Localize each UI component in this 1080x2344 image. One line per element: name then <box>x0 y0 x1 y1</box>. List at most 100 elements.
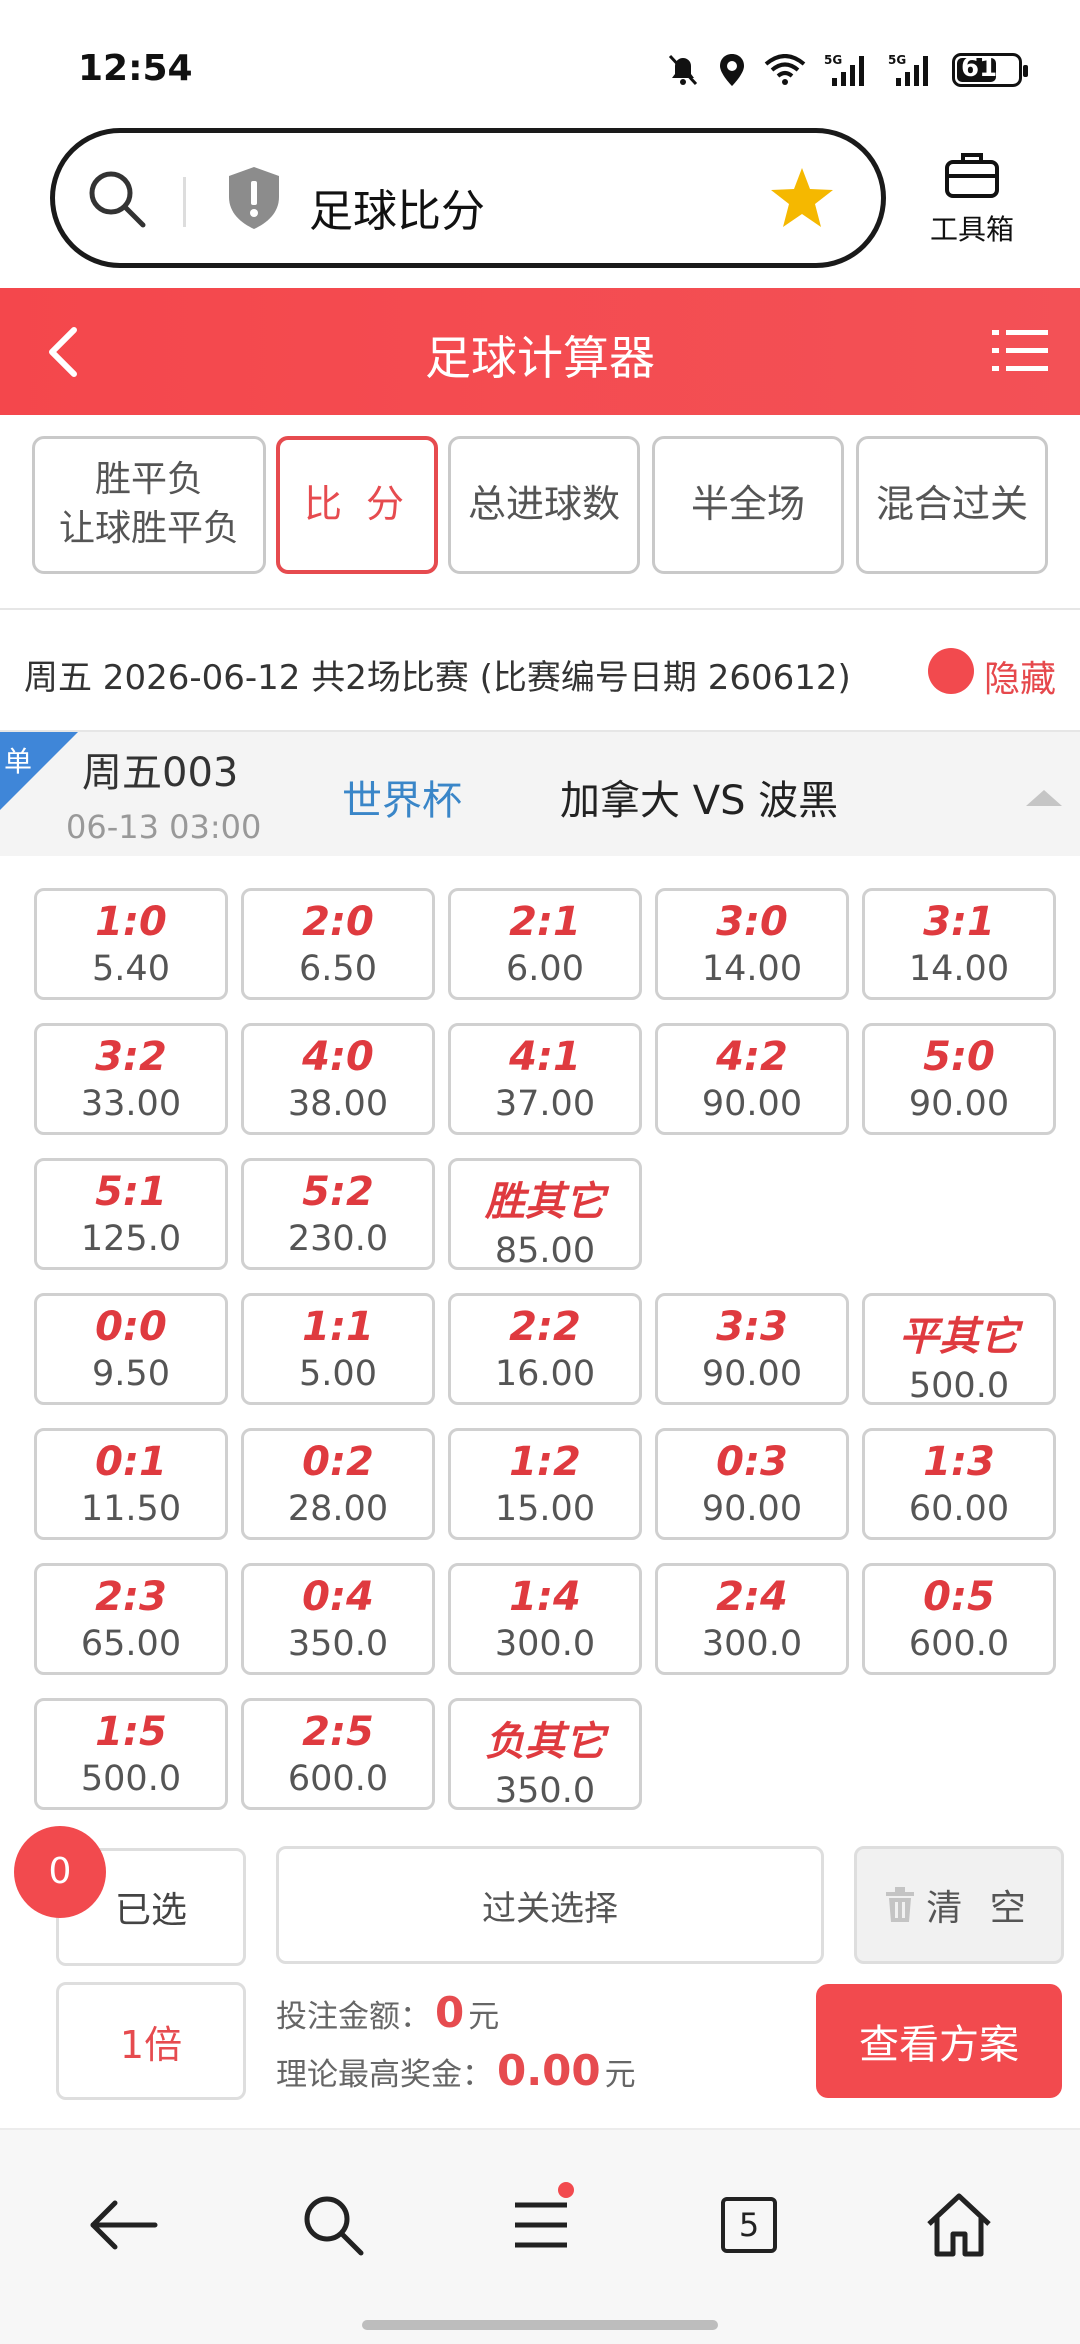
odd-value: 90.00 <box>701 1354 803 1394</box>
score-odd-option[interactable]: 0:5 600.0 <box>862 1563 1056 1675</box>
search-icon[interactable] <box>85 167 149 231</box>
score-label: 负其它 <box>485 1719 605 1765</box>
tab-label: 胜平负 <box>94 459 203 501</box>
score-odd-option[interactable]: 2:4 300.0 <box>655 1563 849 1675</box>
score-odd-option[interactable]: 4:1 37.00 <box>448 1023 642 1135</box>
score-odd-option[interactable]: 1:2 15.00 <box>448 1428 642 1540</box>
score-label: 2:2 <box>509 1304 581 1350</box>
tab-label: 总进球数 <box>467 482 620 527</box>
collapse-arrow-icon[interactable] <box>1026 790 1062 806</box>
pass-select-button[interactable]: 过关选择 <box>276 1846 824 1964</box>
odds-row: 0:1 11.50 0:2 28.00 1:2 15.00 0:3 90.00 1:3 60.00 <box>34 1428 1058 1563</box>
score-label: 0:4 <box>302 1574 374 1620</box>
score-odd-option[interactable]: 4:2 90.00 <box>655 1023 849 1135</box>
tab-mixed-parlay[interactable]: 混合过关 <box>856 436 1048 574</box>
address-text[interactable]: 足球比分 <box>309 175 485 239</box>
home-indicator[interactable] <box>362 2320 718 2330</box>
odd-value: 28.00 <box>287 1489 389 1529</box>
score-odd-option[interactable]: 2:3 65.00 <box>34 1563 228 1675</box>
score-odd-option[interactable]: 1:1 5.00 <box>241 1293 435 1405</box>
multiplier-label: 1倍 <box>119 2022 183 2067</box>
list-menu-icon[interactable] <box>990 324 1050 378</box>
battery-icon: 61 <box>952 53 1028 87</box>
wifi-icon <box>764 54 806 85</box>
score-odd-option[interactable]: 0:2 28.00 <box>241 1428 435 1540</box>
address-bar[interactable]: 足球比分 <box>50 128 886 268</box>
score-odd-option[interactable]: 2:5 600.0 <box>241 1698 435 1810</box>
match-number: 周五003 <box>82 750 239 796</box>
odd-value: 65.00 <box>80 1624 182 1664</box>
score-odd-option[interactable]: 3:3 90.00 <box>655 1293 849 1405</box>
toolbox-button[interactable]: 工具箱 <box>922 150 1022 248</box>
tabs-count: 5 <box>721 2197 777 2253</box>
signal-5g-icon: 5G <box>824 53 864 86</box>
score-label: 1:1 <box>302 1304 374 1350</box>
nav-tabs-button[interactable]: 5 <box>704 2180 794 2270</box>
odd-value: 300.0 <box>701 1624 803 1664</box>
score-odd-option[interactable]: 2:2 16.00 <box>448 1293 642 1405</box>
nav-search-button[interactable] <box>288 2180 378 2270</box>
score-odd-option[interactable]: 0:1 11.50 <box>34 1428 228 1540</box>
odd-value: 500.0 <box>908 1366 1010 1406</box>
score-label: 3:2 <box>95 1034 167 1080</box>
odd-value: 5.40 <box>92 949 170 989</box>
odd-value: 500.0 <box>80 1759 182 1799</box>
max-prize-unit: 元 <box>604 2057 636 2093</box>
score-odd-option[interactable]: 负其它 350.0 <box>448 1698 642 1811</box>
browser-bar: 足球比分 工具箱 <box>0 120 1080 288</box>
tab-label: 比 分 <box>303 482 411 527</box>
nav-back-button[interactable] <box>78 2180 168 2270</box>
tab-total-goals[interactable]: 总进球数 <box>448 436 640 574</box>
clear-button[interactable]: 清 空 <box>854 1846 1064 1964</box>
tab-label: 混合过关 <box>875 482 1028 527</box>
odd-value: 15.00 <box>494 1489 596 1529</box>
score-odd-option[interactable]: 2:0 6.50 <box>241 888 435 1000</box>
favorite-star-icon[interactable] <box>769 165 835 231</box>
score-odd-option[interactable]: 5:0 90.00 <box>862 1023 1056 1135</box>
score-odd-option[interactable]: 平其它 500.0 <box>862 1293 1056 1406</box>
score-odd-option[interactable]: 3:1 14.00 <box>862 888 1056 1000</box>
view-plan-button[interactable]: 查看方案 <box>816 1984 1062 2098</box>
score-odd-option[interactable]: 4:0 38.00 <box>241 1023 435 1135</box>
odds-row: 2:3 65.00 0:4 350.0 1:4 300.0 2:4 300.0 0:5 600.0 <box>34 1563 1058 1698</box>
score-odd-option[interactable]: 3:2 33.00 <box>34 1023 228 1135</box>
toolbox-label: 工具箱 <box>929 213 1014 246</box>
odd-value: 9.50 <box>92 1354 170 1394</box>
score-odd-option[interactable]: 3:0 14.00 <box>655 888 849 1000</box>
tab-half-full[interactable]: 半全场 <box>652 436 844 574</box>
score-label: 1:4 <box>509 1574 581 1620</box>
multiplier-button[interactable]: 1倍 <box>56 1982 246 2100</box>
score-odd-option[interactable]: 胜其它 85.00 <box>448 1158 642 1271</box>
odd-value: 350.0 <box>494 1771 596 1811</box>
svg-text:5G: 5G <box>888 53 906 67</box>
notification-dot <box>558 2182 574 2198</box>
max-prize-value: 0.00 <box>497 2046 601 2095</box>
score-odd-option[interactable]: 2:1 6.00 <box>448 888 642 1000</box>
score-label: 2:1 <box>509 899 581 945</box>
score-label: 1:2 <box>509 1439 581 1485</box>
tab-score[interactable]: 比 分 <box>276 436 438 574</box>
address-separator <box>183 177 186 227</box>
score-odd-option[interactable]: 0:4 350.0 <box>241 1563 435 1675</box>
match-header[interactable]: 单 周五003 06-13 03:00 世界杯 加拿大 VS 波黑 <box>0 732 1080 856</box>
score-odd-option[interactable]: 0:3 90.00 <box>655 1428 849 1540</box>
nav-home-button[interactable] <box>914 2180 1004 2270</box>
hide-toggle-dot[interactable] <box>928 648 974 694</box>
odd-value: 600.0 <box>287 1759 389 1799</box>
hide-button[interactable]: 隐藏 <box>984 650 1056 702</box>
shield-warning-icon[interactable] <box>225 165 283 231</box>
odd-value: 300.0 <box>494 1624 596 1664</box>
tab-win-draw-lose[interactable]: 胜平负 让球胜平负 <box>32 436 266 574</box>
score-odd-option[interactable]: 0:0 9.50 <box>34 1293 228 1405</box>
nav-menu-button[interactable] <box>496 2180 586 2270</box>
score-odd-option[interactable]: 1:0 5.40 <box>34 888 228 1000</box>
score-odd-option[interactable]: 1:5 500.0 <box>34 1698 228 1810</box>
score-label: 5:0 <box>923 1034 995 1080</box>
score-odd-option[interactable]: 1:3 60.00 <box>862 1428 1056 1540</box>
bet-amount-unit: 元 <box>468 1999 500 2035</box>
score-odd-option[interactable]: 5:2 230.0 <box>241 1158 435 1270</box>
match-time: 06-13 03:00 <box>66 808 262 846</box>
score-odd-option[interactable]: 5:1 125.0 <box>34 1158 228 1270</box>
score-odd-option[interactable]: 1:4 300.0 <box>448 1563 642 1675</box>
tab-label: 半全场 <box>690 482 805 527</box>
